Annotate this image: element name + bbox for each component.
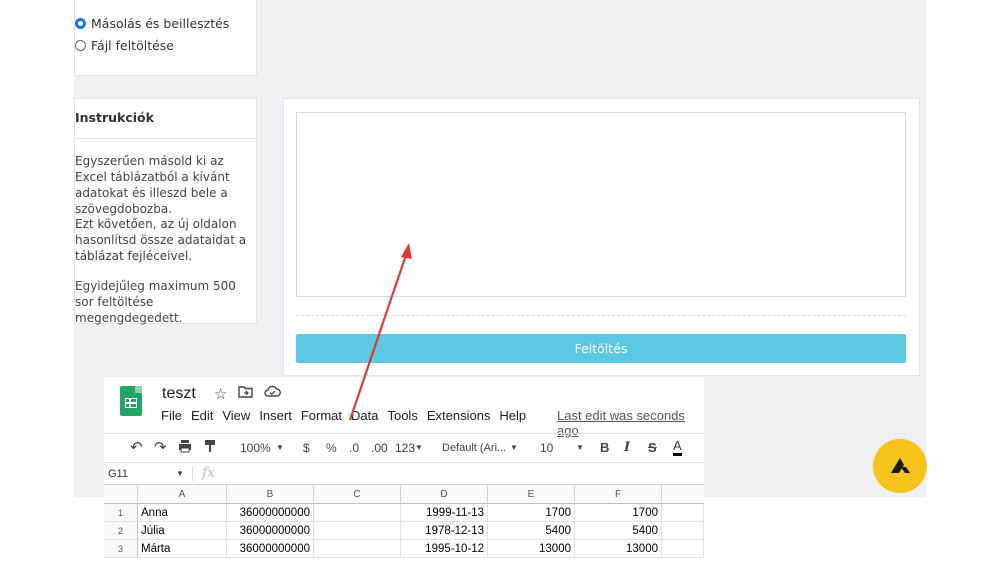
table-cell[interactable]: [314, 540, 401, 558]
chevron-down-icon[interactable]: ▼: [510, 443, 518, 452]
row-header[interactable]: 2: [104, 522, 138, 540]
table-cell[interactable]: Márta: [138, 540, 227, 558]
number-format-button[interactable]: 123: [395, 441, 415, 455]
menu-bar: File Edit View Insert Format Data Tools …: [161, 408, 535, 423]
column-header[interactable]: A: [138, 485, 227, 504]
table-cell[interactable]: 36000000000: [227, 504, 314, 522]
cloud-status-icon[interactable]: [264, 385, 281, 402]
column-header[interactable]: E: [488, 485, 575, 504]
menu-data[interactable]: Data: [351, 408, 378, 423]
menu-edit[interactable]: Edit: [191, 408, 213, 423]
instructions-paragraph-2: Ezt követően, az új oldalon hasonlítsd ö…: [75, 217, 247, 263]
zoom-select[interactable]: 100%: [240, 441, 271, 455]
menu-tools[interactable]: Tools: [387, 408, 417, 423]
menu-format[interactable]: Format: [301, 408, 342, 423]
strikethrough-button[interactable]: S: [648, 440, 657, 455]
column-header[interactable]: B: [227, 485, 314, 504]
table-cell[interactable]: 5400: [488, 522, 575, 540]
table-cell[interactable]: 1700: [575, 504, 662, 522]
table-cell[interactable]: [662, 504, 704, 522]
chevron-down-icon[interactable]: ▼: [415, 443, 423, 452]
row-header[interactable]: 3: [104, 540, 138, 558]
spreadsheet-screenshot: teszt ☆ File Edit View Insert Format Dat…: [104, 377, 704, 563]
paint-format-icon[interactable]: [204, 439, 216, 456]
fx-icon: fx: [202, 465, 216, 481]
column-header[interactable]: C: [314, 485, 401, 504]
table-cell[interactable]: [662, 540, 704, 558]
font-select[interactable]: Default (Ari...: [442, 442, 506, 454]
help-widget-button[interactable]: [873, 439, 927, 493]
select-all-corner[interactable]: [104, 485, 138, 504]
option-copy-paste-label: Másolás és beillesztés: [91, 16, 230, 31]
decrease-decimal-button[interactable]: .0: [349, 441, 359, 455]
table-cell[interactable]: 13000: [575, 540, 662, 558]
table-cell[interactable]: 5400: [575, 522, 662, 540]
percent-button[interactable]: %: [326, 441, 337, 455]
table-cell[interactable]: 1995-10-12: [401, 540, 488, 558]
dashed-divider: [296, 315, 906, 316]
column-header[interactable]: D: [401, 485, 488, 504]
upload-button[interactable]: Feltöltés: [296, 334, 906, 363]
option-file-upload-label: Fájl feltöltése: [91, 38, 175, 53]
menu-view[interactable]: View: [222, 408, 250, 423]
column-header-empty: [662, 485, 704, 504]
menu-extensions[interactable]: Extensions: [427, 408, 491, 423]
formula-bar: G11 ▼ fx: [104, 463, 704, 485]
menu-insert[interactable]: Insert: [259, 408, 292, 423]
star-icon[interactable]: ☆: [214, 385, 227, 403]
instructions-paragraph-1: Egyszerűen másold ki az Excel táblázatbó…: [75, 154, 230, 216]
increase-decimal-button[interactable]: .00: [371, 441, 388, 455]
paste-textarea[interactable]: [296, 112, 906, 297]
table-cell[interactable]: 1999-11-13: [401, 504, 488, 522]
redo-icon[interactable]: ↷: [154, 438, 167, 456]
print-icon[interactable]: [178, 439, 192, 456]
sheets-logo-icon: [120, 386, 142, 416]
logo-icon: [891, 458, 910, 473]
currency-button[interactable]: $: [303, 441, 310, 455]
name-box[interactable]: G11: [108, 468, 128, 480]
instructions-divider: [74, 138, 256, 139]
menu-file[interactable]: File: [161, 408, 182, 423]
text-color-button[interactable]: A: [673, 438, 682, 456]
move-folder-icon[interactable]: [238, 385, 253, 402]
table-cell[interactable]: 36000000000: [227, 540, 314, 558]
table-cell[interactable]: 13000: [488, 540, 575, 558]
formula-divider: [192, 466, 193, 481]
table-cell[interactable]: Júlia: [138, 522, 227, 540]
table-cell[interactable]: [662, 522, 704, 540]
italic-button[interactable]: I: [624, 440, 630, 455]
bold-button[interactable]: B: [600, 440, 609, 455]
radio-unselected-icon[interactable]: [75, 40, 86, 51]
row-header[interactable]: 1: [104, 504, 138, 522]
table-cell[interactable]: [314, 504, 401, 522]
table-cell[interactable]: 36000000000: [227, 522, 314, 540]
sheet-title[interactable]: teszt: [162, 385, 196, 403]
table-cell[interactable]: Anna: [138, 504, 227, 522]
table-cell[interactable]: 1700: [488, 504, 575, 522]
font-size-select[interactable]: 10: [540, 441, 553, 455]
radio-selected-icon[interactable]: [75, 18, 86, 29]
column-header[interactable]: F: [575, 485, 662, 504]
option-file-upload[interactable]: Fájl feltöltése: [75, 38, 174, 53]
instructions-title: Instrukciók: [75, 110, 154, 125]
table-cell[interactable]: [314, 522, 401, 540]
chevron-down-icon[interactable]: ▼: [276, 443, 284, 452]
instructions-paragraph-3: Egyidejűleg maximum 500 sor feltöltése m…: [75, 279, 236, 325]
table-cell[interactable]: 1978-12-13: [401, 522, 488, 540]
chevron-down-icon[interactable]: ▼: [176, 469, 184, 478]
undo-icon[interactable]: ↶: [130, 438, 143, 456]
menu-help[interactable]: Help: [499, 408, 526, 423]
chevron-down-icon[interactable]: ▼: [576, 443, 584, 452]
option-copy-paste[interactable]: Másolás és beillesztés: [75, 16, 229, 31]
sheet-toolbar: ↶ ↷ 100% ▼ $ % .0 .00 123 ▼ Default (Ari…: [104, 433, 704, 463]
